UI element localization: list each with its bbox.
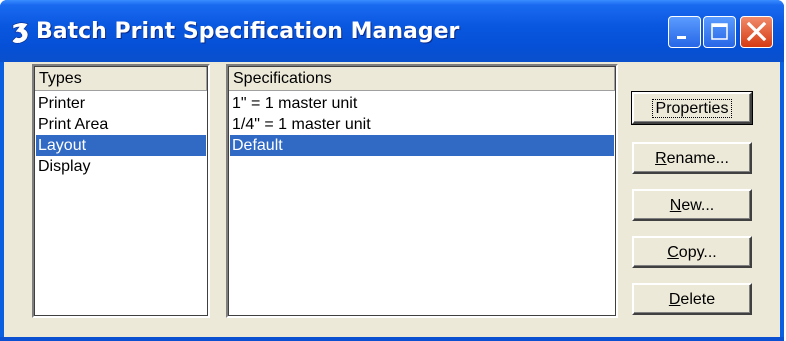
rename-button[interactable]: Rename... (632, 142, 752, 174)
new-accelerator: N (669, 196, 682, 214)
delete-button-label: Delete (669, 291, 715, 308)
window-title: Batch Print Specification Manager (36, 19, 460, 44)
types-item-print-area[interactable]: Print Area (36, 114, 206, 135)
properties-button[interactable]: Properties (631, 91, 753, 125)
types-listbox[interactable]: Types Printer Print Area Layout Display (32, 64, 210, 318)
rename-accelerator: R (655, 149, 667, 167)
spec-item-quarter-in-master-unit[interactable]: 1/4" = 1 master unit (230, 114, 614, 135)
batch-print-window: Batch Print Specification Manager Types … (0, 0, 784, 341)
new-button[interactable]: New... (632, 189, 752, 221)
copy-label-rest: opy... (678, 243, 717, 261)
types-item-printer[interactable]: Printer (36, 93, 206, 114)
new-button-label: New... (670, 197, 714, 214)
window-bottom-border (0, 337, 784, 341)
rename-button-label: Rename... (655, 150, 729, 167)
dialog-client-area: Types Printer Print Area Layout Display … (4, 62, 780, 337)
spec-item-1in-master-unit[interactable]: 1" = 1 master unit (230, 93, 614, 114)
copy-button-label: Copy... (667, 244, 717, 261)
minimize-icon (677, 36, 686, 39)
new-label-rest: ew... (681, 196, 715, 214)
maximize-button[interactable] (703, 16, 736, 48)
specifications-listbox[interactable]: Specifications 1" = 1 master unit 1/4" =… (226, 64, 618, 318)
types-item-layout[interactable]: Layout (36, 135, 206, 156)
batch-print-app-icon (11, 22, 29, 44)
rename-label-rest: ename... (666, 149, 729, 167)
title-bar[interactable]: Batch Print Specification Manager (0, 0, 784, 62)
properties-button-label: Properties (651, 98, 733, 118)
types-item-display[interactable]: Display (36, 156, 206, 177)
spec-item-default[interactable]: Default (230, 135, 614, 156)
maximize-icon (711, 23, 728, 40)
delete-button[interactable]: Delete (632, 283, 752, 315)
close-icon (746, 21, 767, 42)
delete-accelerator: D (668, 290, 681, 308)
minimize-button[interactable] (668, 16, 701, 48)
close-button[interactable] (740, 16, 773, 48)
copy-accelerator: C (667, 243, 679, 261)
delete-label-rest: elete (680, 290, 716, 308)
types-rows: Printer Print Area Layout Display (36, 93, 206, 177)
specifications-column-header[interactable]: Specifications (229, 67, 615, 91)
specifications-rows: 1" = 1 master unit 1/4" = 1 master unit … (230, 93, 614, 156)
types-column-header[interactable]: Types (35, 67, 207, 91)
copy-button[interactable]: Copy... (632, 236, 752, 268)
